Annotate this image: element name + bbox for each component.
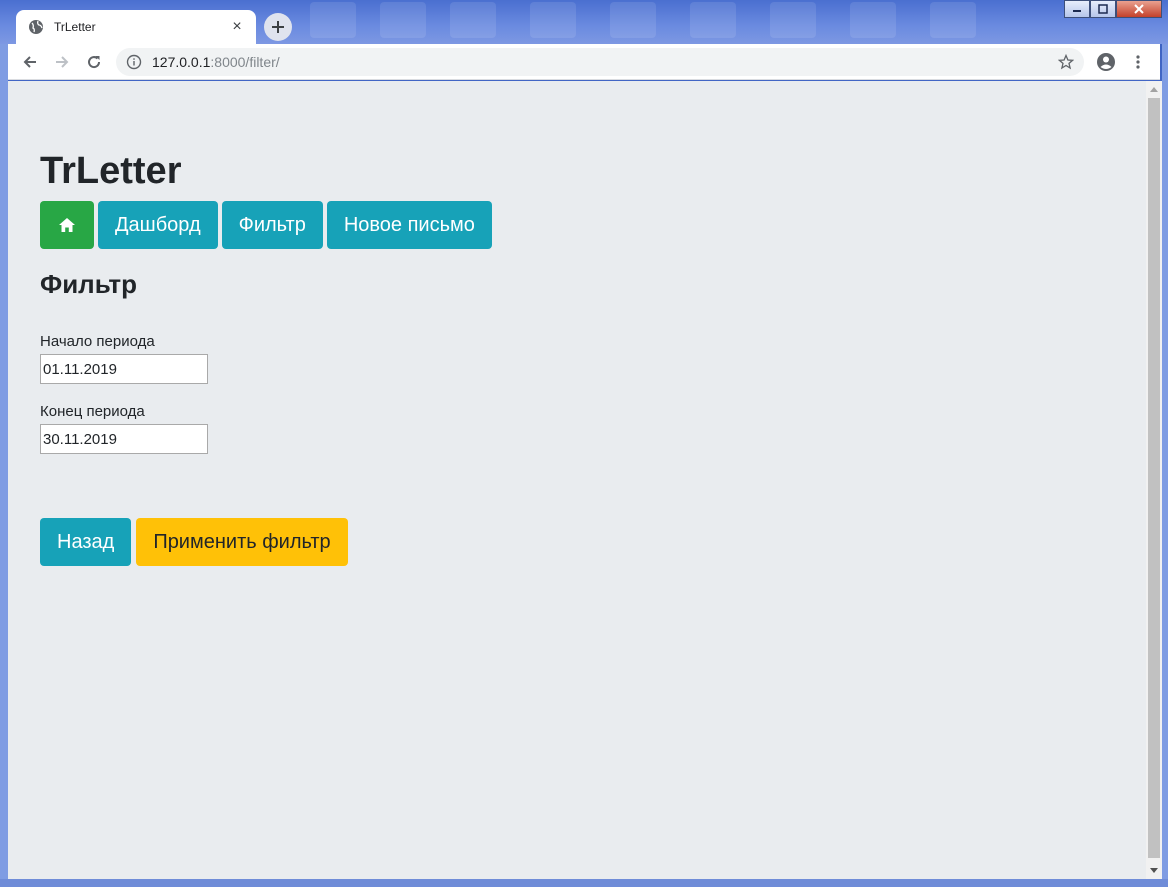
- profile-button[interactable]: [1090, 46, 1122, 78]
- window-border-bottom: [0, 879, 1168, 887]
- window-border-left: [0, 44, 8, 879]
- home-button[interactable]: [40, 201, 94, 249]
- more-vert-icon: [1136, 54, 1140, 69]
- back-button[interactable]: [14, 46, 46, 78]
- browser-toolbar: 127.0.0.1:8000/filter/: [8, 44, 1160, 80]
- desktop-decoration: [770, 2, 816, 38]
- info-icon[interactable]: [126, 54, 142, 70]
- plus-icon: [272, 21, 284, 33]
- desktop-decoration: [690, 2, 736, 38]
- close-icon: [1134, 4, 1144, 14]
- window-controls: [1064, 0, 1162, 18]
- desktop-decoration: [850, 2, 896, 38]
- site-brand: TrLetter: [40, 150, 182, 192]
- url-path: :8000/filter/: [210, 53, 280, 70]
- globe-icon: [28, 19, 44, 35]
- tab-title: TrLetter: [54, 20, 96, 34]
- url-text[interactable]: 127.0.0.1:8000/filter/: [152, 54, 1058, 70]
- account-icon: [1097, 52, 1115, 71]
- period-end-input[interactable]: [40, 424, 208, 454]
- desktop-decoration: [310, 2, 356, 38]
- period-end-label: Конец периода: [40, 403, 145, 420]
- vertical-scrollbar[interactable]: [1146, 81, 1162, 879]
- back-button[interactable]: Назад: [40, 518, 132, 566]
- period-start-input[interactable]: [40, 354, 208, 384]
- window-titlebar: TrLetter ×: [0, 0, 1168, 44]
- star-icon[interactable]: [1058, 53, 1074, 70]
- url-host: 127.0.0.1: [152, 53, 211, 70]
- address-bar[interactable]: 127.0.0.1:8000/filter/: [116, 47, 1084, 76]
- scrollbar-thumb[interactable]: [1148, 98, 1160, 858]
- close-window-button[interactable]: [1116, 0, 1162, 18]
- desktop-decoration: [610, 2, 656, 38]
- main-nav: Дашборд Фильтр Новое письмо: [40, 201, 492, 249]
- maximize-icon: [1098, 4, 1108, 14]
- menu-button[interactable]: [1122, 46, 1154, 78]
- desktop-decoration: [450, 2, 496, 38]
- dashboard-button[interactable]: Дашборд: [98, 201, 218, 249]
- arrow-right-icon: [56, 55, 69, 68]
- new-letter-button[interactable]: Новое письмо: [326, 201, 492, 249]
- new-tab-button[interactable]: [264, 13, 292, 41]
- browser-tab[interactable]: TrLetter ×: [16, 10, 256, 44]
- minimize-button[interactable]: [1064, 0, 1090, 18]
- reload-icon: [88, 55, 101, 68]
- scroll-down-icon[interactable]: [1146, 863, 1162, 879]
- arrow-left-icon: [23, 55, 36, 68]
- filter-button[interactable]: Фильтр: [221, 201, 323, 249]
- tab-close-icon[interactable]: ×: [228, 18, 246, 36]
- scroll-up-icon[interactable]: [1146, 81, 1162, 97]
- maximize-button[interactable]: [1090, 0, 1116, 18]
- apply-filter-button[interactable]: Применить фильтр: [136, 518, 348, 566]
- form-actions: Назад Применить фильтр: [40, 518, 348, 566]
- forward-button[interactable]: [46, 46, 78, 78]
- minimize-icon: [1073, 10, 1081, 12]
- page-viewport: TrLetter Дашборд Фильтр Новое письмо Фил…: [8, 81, 1146, 879]
- window-border-right: [1162, 44, 1168, 879]
- page-title: Фильтр: [40, 269, 138, 299]
- reload-button[interactable]: [78, 46, 110, 78]
- desktop-decoration: [930, 2, 976, 38]
- desktop-decoration: [380, 2, 426, 38]
- home-icon: [59, 218, 75, 232]
- desktop-decoration: [530, 2, 576, 38]
- period-start-label: Начало периода: [40, 333, 155, 350]
